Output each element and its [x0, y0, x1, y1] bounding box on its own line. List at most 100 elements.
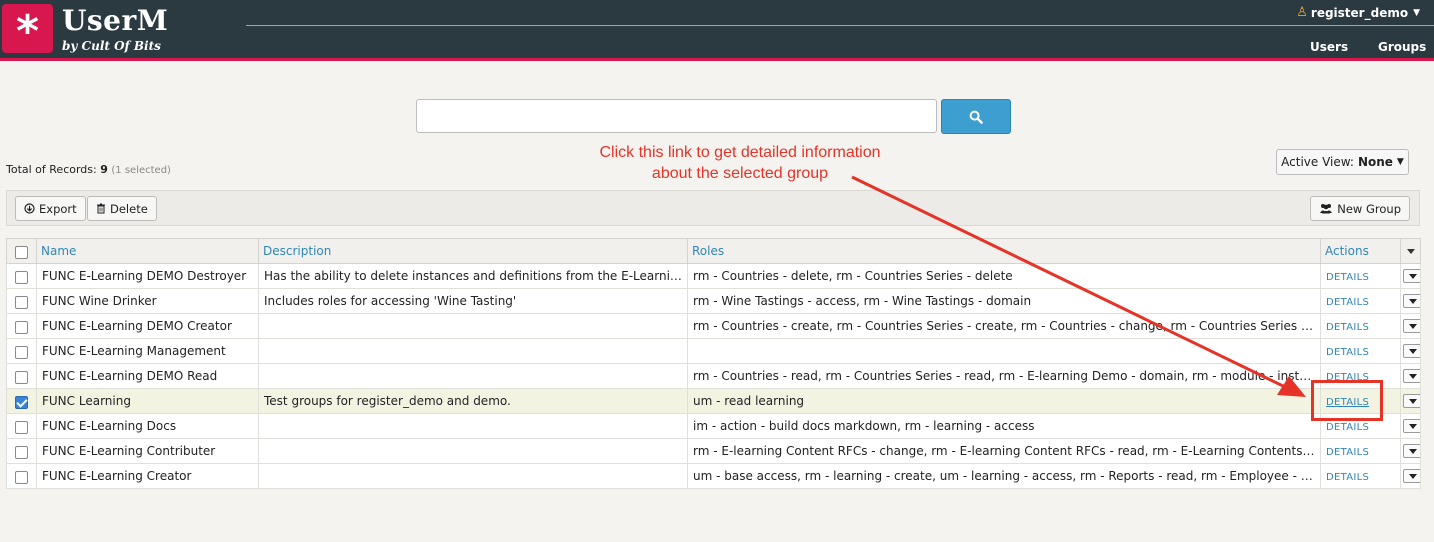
row-select-cell[interactable]	[6, 288, 37, 314]
row-checkbox[interactable]	[15, 421, 28, 434]
details-link[interactable]: DETAILS	[1326, 322, 1369, 333]
cell-actions: DETAILS	[1320, 263, 1401, 289]
row-checkbox[interactable]	[15, 371, 28, 384]
nav-groups[interactable]: Groups	[1378, 40, 1426, 54]
row-select-cell[interactable]	[6, 413, 37, 439]
row-checkbox[interactable]	[15, 471, 28, 484]
row-menu-dropdown[interactable]	[1403, 444, 1420, 459]
header-accent-bar	[0, 58, 1434, 61]
new-group-label: New Group	[1337, 201, 1401, 216]
new-group-button[interactable]: New Group	[1310, 196, 1410, 221]
row-menu-dropdown[interactable]	[1403, 394, 1420, 409]
cell-roles: rm - Countries - read, rm - Countries Se…	[687, 363, 1321, 389]
table-row[interactable]: FUNC E-Learning Creator um - base access,…	[6, 463, 1421, 489]
logo-icon[interactable]: *	[2, 4, 53, 57]
column-header-name[interactable]: Name	[36, 238, 259, 264]
table-row[interactable]: FUNC E-Learning DEMO Destroyer Has the ab…	[6, 263, 1421, 289]
row-select-cell[interactable]	[6, 388, 37, 414]
row-select-cell[interactable]	[6, 363, 37, 389]
cell-name: FUNC E-Learning DEMO Destroyer	[36, 263, 259, 289]
cell-actions: DETAILS	[1320, 463, 1401, 489]
delete-label: Delete	[110, 201, 148, 216]
table-row[interactable]: FUNC E-Learning DEMO Read rm - Countries …	[6, 363, 1421, 389]
cell-row-menu	[1400, 438, 1421, 464]
cell-actions: DETAILS	[1320, 288, 1401, 314]
column-header-actions[interactable]: Actions	[1320, 238, 1401, 264]
brand-name[interactable]: UserM	[62, 4, 168, 37]
table-header-row: Name Description Roles Actions	[6, 238, 1421, 264]
column-header-description[interactable]: Description	[258, 238, 688, 264]
row-checkbox[interactable]	[15, 446, 28, 459]
row-checkbox[interactable]	[15, 321, 28, 334]
row-checkbox[interactable]	[15, 346, 28, 359]
annotation-line-1: Click this link to get detailed informat…	[599, 144, 881, 161]
cell-description: Includes roles for accessing 'Wine Tasti…	[258, 288, 688, 314]
cell-description	[258, 313, 688, 339]
row-checkbox[interactable]	[15, 271, 28, 284]
table-row[interactable]: FUNC Wine Drinker Includes roles for acce…	[6, 288, 1421, 314]
cell-actions: DETAILS	[1320, 438, 1401, 464]
brand-subtitle: by Cult Of Bits	[62, 39, 161, 53]
cell-row-menu	[1400, 363, 1421, 389]
details-link[interactable]: DETAILS	[1326, 347, 1369, 358]
details-link[interactable]: DETAILS	[1326, 272, 1369, 283]
nav-users[interactable]: Users	[1310, 40, 1348, 54]
cell-row-menu	[1400, 338, 1421, 364]
records-summary: Total of Records: 9 (1 selected)	[6, 163, 171, 176]
cell-roles	[687, 338, 1321, 364]
active-view-dropdown[interactable]: Active View: None ▼	[1276, 149, 1409, 175]
annotation-line-2: about the selected group	[651, 165, 829, 182]
row-menu-dropdown[interactable]	[1403, 269, 1420, 284]
cell-roles: rm - Countries - delete, rm - Countries …	[687, 263, 1321, 289]
select-all-cell[interactable]	[6, 238, 37, 264]
cell-name: FUNC Wine Drinker	[36, 288, 259, 314]
cell-roles: im - action - build docs markdown, rm - …	[687, 413, 1321, 439]
row-checkbox[interactable]	[15, 296, 28, 309]
cell-description	[258, 438, 688, 464]
delete-button[interactable]: Delete	[87, 196, 157, 221]
table-row[interactable]: FUNC E-Learning Contributer rm - E-learni…	[6, 438, 1421, 464]
cell-row-menu	[1400, 313, 1421, 339]
cell-name: FUNC E-Learning Creator	[36, 463, 259, 489]
row-select-cell[interactable]	[6, 338, 37, 364]
annotation-callout: Click this link to get detailed informat…	[560, 142, 920, 184]
cell-row-menu	[1400, 463, 1421, 489]
search-button[interactable]	[941, 99, 1011, 134]
table-row[interactable]: FUNC E-Learning Management DETAILS	[6, 338, 1421, 364]
select-all-checkbox[interactable]	[15, 246, 28, 259]
cell-description: Has the ability to delete instances and …	[258, 263, 688, 289]
row-select-cell[interactable]	[6, 313, 37, 339]
row-menu-dropdown[interactable]	[1403, 369, 1420, 384]
cell-name: FUNC E-Learning DEMO Read	[36, 363, 259, 389]
details-link[interactable]: DETAILS	[1326, 472, 1369, 483]
cell-description: Test groups for register_demo and demo.	[258, 388, 688, 414]
cell-description	[258, 363, 688, 389]
search-input[interactable]	[416, 99, 937, 133]
row-menu-dropdown[interactable]	[1403, 344, 1420, 359]
cell-row-menu	[1400, 263, 1421, 289]
user-menu[interactable]: ♙ register_demo ▼	[1296, 5, 1420, 20]
column-header-roles[interactable]: Roles	[687, 238, 1321, 264]
row-menu-dropdown[interactable]	[1403, 419, 1420, 434]
row-menu-dropdown[interactable]	[1403, 294, 1420, 309]
row-select-cell[interactable]	[6, 463, 37, 489]
table-row[interactable]: FUNC E-Learning Docs im - action - build …	[6, 413, 1421, 439]
row-select-cell[interactable]	[6, 438, 37, 464]
details-link[interactable]: DETAILS	[1326, 422, 1369, 433]
cell-name: FUNC E-Learning Contributer	[36, 438, 259, 464]
export-label: Export	[39, 201, 77, 216]
column-menu-dropdown[interactable]	[1400, 238, 1421, 264]
details-link[interactable]: DETAILS	[1326, 447, 1369, 458]
export-button[interactable]: Export	[15, 196, 86, 221]
row-select-cell[interactable]	[6, 263, 37, 289]
table-row[interactable]: FUNC E-Learning DEMO Creator rm - Countri…	[6, 313, 1421, 339]
row-checkbox[interactable]	[15, 396, 28, 409]
row-menu-dropdown[interactable]	[1403, 469, 1420, 484]
cell-roles: um - base access, rm - learning - create…	[687, 463, 1321, 489]
cell-actions: DETAILS	[1320, 338, 1401, 364]
cell-actions: DETAILS	[1320, 313, 1401, 339]
row-menu-dropdown[interactable]	[1403, 319, 1420, 334]
details-link[interactable]: DETAILS	[1326, 297, 1369, 308]
cell-name: FUNC Learning	[36, 388, 259, 414]
table-row[interactable]: FUNC Learning Test groups for register_de…	[6, 388, 1421, 414]
